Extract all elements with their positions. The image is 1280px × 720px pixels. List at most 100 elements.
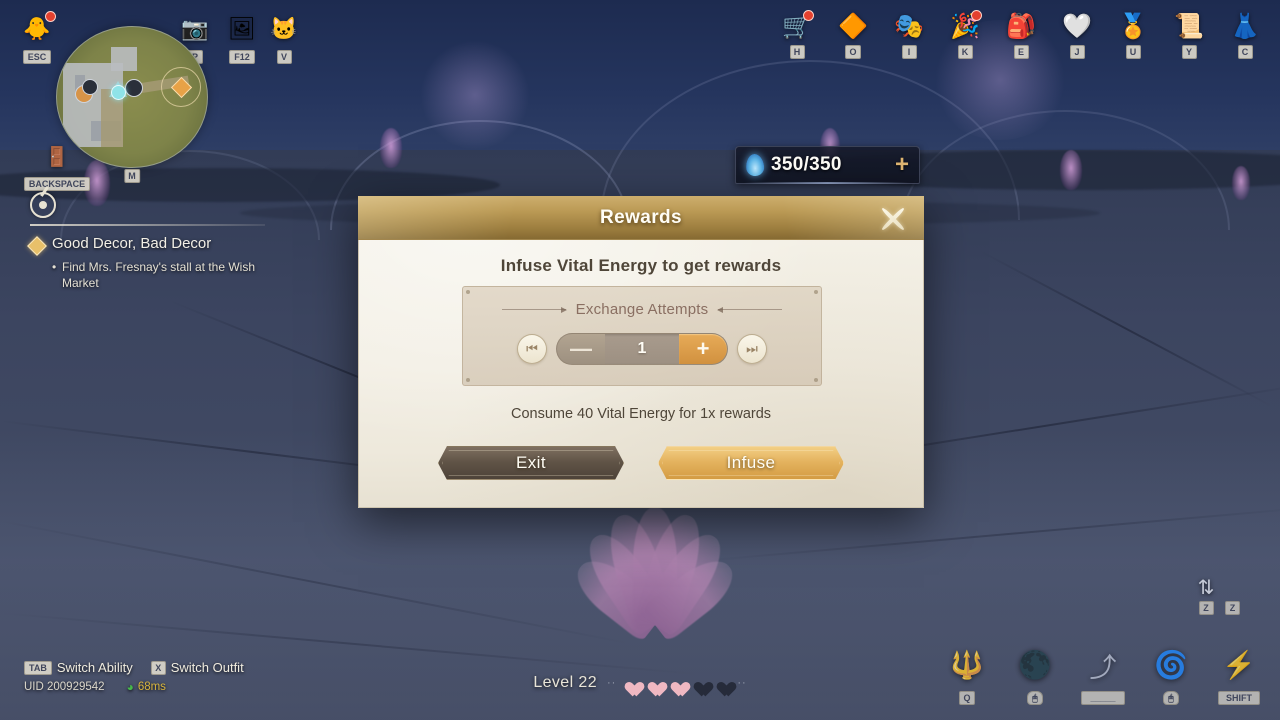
vital-energy-value: 350/350 xyxy=(771,154,842,175)
key-label-z-right: Z xyxy=(1225,601,1240,615)
jump-arrow-icon: ⤴ xyxy=(1089,652,1117,683)
attempts-label-row: Exchange Attempts xyxy=(463,301,821,318)
heart-filled xyxy=(622,676,639,691)
notification-badge xyxy=(803,10,814,21)
quest-target-icon xyxy=(30,192,56,218)
nav-button-bag[interactable]: 🎒 E xyxy=(996,8,1046,60)
decrement-button[interactable]: — xyxy=(557,334,605,364)
key-label-j: J xyxy=(1069,45,1085,59)
key-label-esc: ESC xyxy=(22,50,52,64)
nav-button-quests[interactable]: 🔶 O xyxy=(828,8,878,60)
key-label-o: O xyxy=(845,45,861,59)
key-label-mouse-right: 🖱 xyxy=(1163,691,1179,705)
nav-button-friends[interactable]: 🤍 J xyxy=(1052,8,1102,60)
screenshot-edit-icon: 🖼 xyxy=(228,16,256,41)
key-label-c: C xyxy=(1237,45,1253,59)
set-max-button[interactable]: ⏭ xyxy=(737,334,767,364)
nav-button-map[interactable]: 📜 Y xyxy=(1164,8,1214,60)
ability-slot-mouse-left[interactable]: 🌑 🖱 xyxy=(1008,643,1062,706)
set-min-button[interactable]: ⏮ xyxy=(517,334,547,364)
key-label-q: Q xyxy=(959,691,975,705)
exchange-attempts-label: Exchange Attempts xyxy=(575,301,709,318)
add-energy-button[interactable]: + xyxy=(895,153,909,177)
exit-area-button[interactable]: 🚪 BACKSPACE xyxy=(22,140,92,192)
top-right-icon-bar[interactable]: 🛒 H 🔶 O 🎭 I 🎉 K 🎒 E 🤍 J 🏅 U 📜 Y 👗 C xyxy=(772,8,1270,60)
increment-button[interactable]: + xyxy=(679,334,727,364)
wardrobe-dress-icon: 👗 xyxy=(1230,12,1260,40)
ambient-glow xyxy=(420,40,530,150)
character-icon: 🎭 xyxy=(894,12,924,40)
hint-switch-ability[interactable]: TAB Switch Ability xyxy=(24,660,133,675)
key-label-backspace: BACKSPACE xyxy=(23,177,91,191)
minimap-marker xyxy=(82,79,98,95)
heart-separator: ·· xyxy=(607,677,617,689)
key-label-tab: TAB xyxy=(24,660,52,675)
heart-filled xyxy=(645,676,662,691)
minimap-marker xyxy=(125,79,143,97)
vital-energy-icon xyxy=(745,153,765,177)
key-label-i: I xyxy=(901,45,917,59)
exchange-attempts-panel: Exchange Attempts ⏮ — 1 + ⏭ xyxy=(462,286,822,386)
hint-label: Switch Outfit xyxy=(170,660,244,675)
spiral-orb-icon: 🌀 xyxy=(1154,650,1188,680)
crystal-node xyxy=(1232,166,1250,200)
key-label-shift: SHIFT xyxy=(1218,691,1260,705)
pet-cat-icon: 🐱 xyxy=(270,16,298,41)
ability-slot-space[interactable]: ⤴ _____ xyxy=(1076,643,1130,706)
nav-button-achievements[interactable]: 🏅 U xyxy=(1108,8,1158,60)
hud-button-pet[interactable]: 🐱 V xyxy=(261,12,307,65)
hint-switch-outfit[interactable]: X Switch Outfit xyxy=(150,660,244,675)
quest-divider xyxy=(30,224,265,226)
key-label-u: U xyxy=(1125,45,1141,59)
key-label-mouse-left: 🖱 xyxy=(1027,691,1043,705)
dialog-actions[interactable]: Exit Infuse xyxy=(358,446,924,480)
quantity-value[interactable]: 1 xyxy=(605,340,679,358)
nav-button-events[interactable]: 🎉 K xyxy=(940,8,990,60)
vital-energy-bar[interactable]: 350/350 + xyxy=(735,146,920,184)
dialog-header: Rewards xyxy=(358,196,924,240)
key-label-e: E xyxy=(1013,45,1029,59)
rewards-dialog[interactable]: Rewards Infuse Vital Energy to get rewar… xyxy=(358,196,924,508)
stepper-pill[interactable]: — 1 + xyxy=(556,333,728,365)
ability-bar[interactable]: 🔱 Q 🌑 🖱 ⤴ _____ 🌀 🖱 ⚡ SHIFT xyxy=(940,643,1266,706)
close-icon[interactable] xyxy=(878,204,908,234)
ability-slot-shift[interactable]: ⚡ SHIFT xyxy=(1212,643,1266,706)
notification-badge xyxy=(971,10,982,21)
trident-icon: 🔱 xyxy=(950,650,984,680)
up-down-arrow-icon: ⇅ xyxy=(1197,577,1215,599)
bag-icon: 🎒 xyxy=(1006,12,1036,40)
ability-slot-q[interactable]: 🔱 Q xyxy=(940,643,994,706)
key-label-x: X xyxy=(150,660,166,675)
level-label: Level 22 xyxy=(533,674,598,691)
nav-button-character[interactable]: 🎭 I xyxy=(884,8,934,60)
hud-button-screenshot[interactable]: 🖼 F12 xyxy=(219,12,265,65)
notification-badge xyxy=(45,11,56,22)
orb-icon: 🌑 xyxy=(1018,650,1052,680)
shop-cart-icon: 🛒 xyxy=(782,12,812,40)
friends-heart-icon: 🤍 xyxy=(1062,12,1092,40)
nav-button-shop[interactable]: 🛒 H xyxy=(772,8,822,60)
quantity-stepper[interactable]: ⏮ — 1 + ⏭ xyxy=(463,333,821,365)
quest-title: Good Decor, Bad Decor xyxy=(52,235,212,252)
ability-slot-mouse-right[interactable]: 🌀 🖱 xyxy=(1144,643,1198,706)
quest-diamond-icon: 🔶 xyxy=(838,12,868,40)
crystal-node xyxy=(1060,150,1082,190)
key-label-k: K xyxy=(957,45,973,59)
dialog-title: Rewards xyxy=(599,206,682,228)
crystal-node xyxy=(380,128,402,168)
rule-left xyxy=(501,306,567,313)
consume-note: Consume 40 Vital Energy for 1x rewards xyxy=(510,406,772,422)
camera-toggle-secondary[interactable]: Z xyxy=(1225,598,1240,616)
key-label-z-left: Z xyxy=(1198,601,1214,615)
exit-button[interactable]: Exit xyxy=(438,446,624,480)
hud-button-esc[interactable]: 🐥 ESC xyxy=(14,11,60,65)
minimap-player xyxy=(111,85,126,100)
hint-label: Switch Ability xyxy=(56,660,133,675)
quest-tracker[interactable]: Good Decor, Bad Decor Find Mrs. Fresnay'… xyxy=(27,192,265,291)
key-label-h: H xyxy=(789,45,805,59)
key-label-map: M xyxy=(124,169,140,183)
infuse-button[interactable]: Infuse xyxy=(658,446,844,480)
achievement-icon: 🏅 xyxy=(1118,12,1148,40)
nav-button-wardrobe[interactable]: 👗 C xyxy=(1220,8,1270,60)
key-label-space: _____ xyxy=(1081,691,1125,705)
